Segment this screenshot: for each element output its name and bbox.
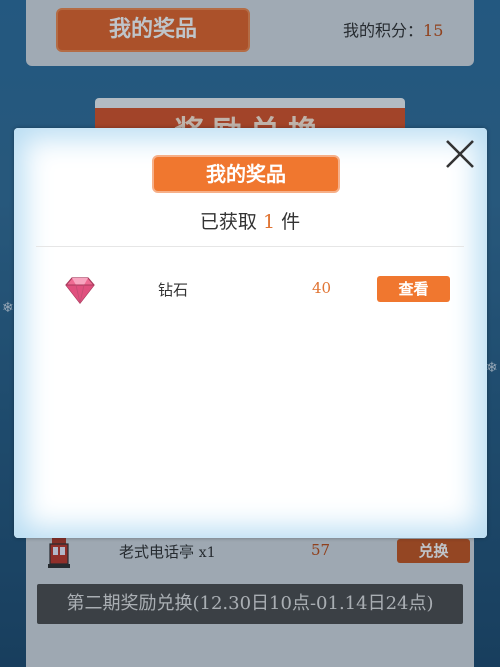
dialog-title: 我的奖品 [152,155,340,193]
close-icon[interactable] [443,137,477,171]
obtained-prefix: 已获取 [199,211,257,233]
obtained-number: 1 [262,211,276,233]
prize-name: 钻石 [158,281,189,299]
obtained-suffix: 件 [281,211,301,233]
obtained-count: 已获取 1 件 [0,207,500,234]
diamond-icon [65,277,95,304]
view-button[interactable]: 查看 [377,276,450,302]
divider [36,246,464,247]
prize-points: 40 [312,279,332,297]
